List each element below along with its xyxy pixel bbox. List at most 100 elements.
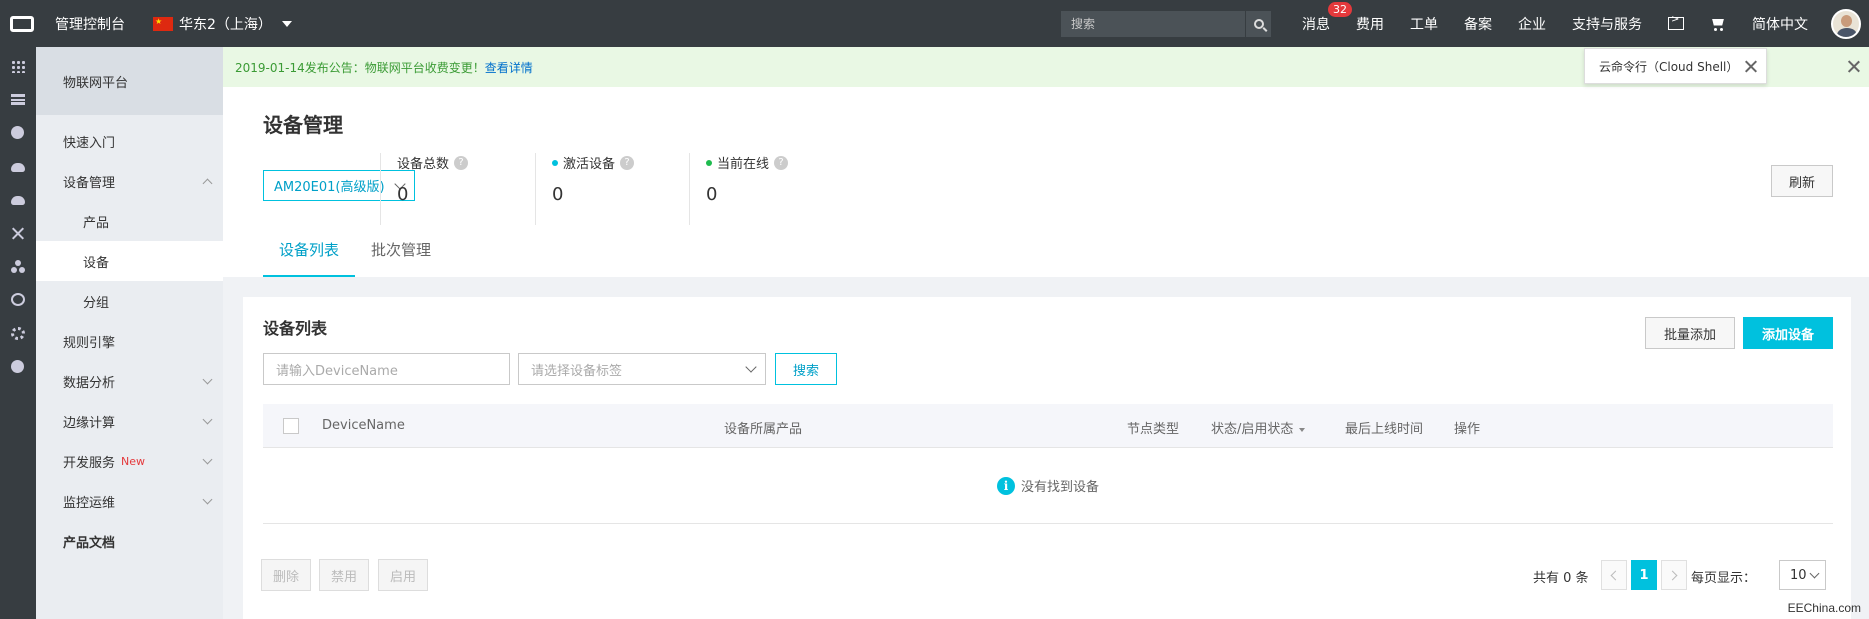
sidebar: 物联网平台 快速入门 设备管理 产品 设备 分组 规则引擎 数据分析 边缘计算 … xyxy=(36,47,223,619)
database-icon[interactable] xyxy=(11,94,25,105)
sort-caret-icon xyxy=(1299,427,1306,432)
table-header: DeviceName 设备所属产品 节点类型 状态/启用状态 最后上线时间 操作 xyxy=(263,404,1833,448)
sidebar-item-docs[interactable]: 产品文档 xyxy=(36,521,223,561)
sidebar-item-label: 监控运维 xyxy=(63,495,116,511)
cart-icon[interactable] xyxy=(1710,17,1726,31)
cloud-upload-icon[interactable] xyxy=(11,196,25,205)
aliyun-logo[interactable] xyxy=(0,0,43,47)
support-link[interactable]: 支持与服务 xyxy=(1572,14,1642,34)
icp-link[interactable]: 备案 xyxy=(1464,14,1492,34)
global-search-input[interactable] xyxy=(1061,10,1245,37)
user-avatar[interactable] xyxy=(1831,8,1861,39)
device-name-input[interactable]: 请输入DeviceName xyxy=(263,353,510,385)
column-last-online: 最后上线时间 xyxy=(1345,422,1424,437)
network-icon[interactable] xyxy=(11,227,25,240)
tab-bar: 设备列表 批次管理 xyxy=(263,237,447,277)
device-tag-select[interactable]: 请选择设备标签 xyxy=(518,353,766,385)
search-button[interactable]: 搜索 xyxy=(775,353,837,385)
messages-link[interactable]: 消息 32 xyxy=(1302,1,1352,34)
add-device-button[interactable]: 添加设备 xyxy=(1743,317,1833,349)
language-switch[interactable]: 简体中文 xyxy=(1752,14,1808,34)
chevron-down-icon xyxy=(202,414,213,425)
close-icon[interactable] xyxy=(1847,59,1861,73)
top-bar: 管理控制台 华东2（上海） 消息32 费用 工单 备案 企业 支持与服务 简体中… xyxy=(0,0,1869,47)
sidebar-item-label: 产品 xyxy=(83,215,110,231)
tickets-link[interactable]: 工单 xyxy=(1410,14,1438,34)
pager-current-page[interactable]: 1 xyxy=(1631,560,1657,590)
billing-link[interactable]: 费用 xyxy=(1356,14,1384,34)
sidebar-item-edge-computing[interactable]: 边缘计算 xyxy=(36,401,223,441)
sidebar-item-rule-engine[interactable]: 规则引擎 xyxy=(36,321,223,361)
per-page-select[interactable]: 10 xyxy=(1779,560,1826,590)
column-node-type: 节点类型 xyxy=(1127,422,1180,437)
sidebar-item-dev-service[interactable]: 开发服务 New xyxy=(36,441,223,481)
sidebar-item-label: 开发服务 xyxy=(63,455,116,471)
help-icon[interactable]: ? xyxy=(454,155,469,170)
pager-next[interactable] xyxy=(1661,560,1687,590)
sidebar-item-group[interactable]: 分组 xyxy=(36,281,223,321)
column-actions: 操作 xyxy=(1454,422,1481,437)
sidebar-item-label: 边缘计算 xyxy=(63,415,116,431)
online-dot-icon xyxy=(706,159,712,166)
chevron-down-icon xyxy=(202,374,213,385)
help-icon[interactable]: ? xyxy=(620,155,635,170)
global-search-button[interactable] xyxy=(1245,10,1271,37)
disable-button[interactable]: 禁用 xyxy=(319,559,369,591)
batch-add-button[interactable]: 批量添加 xyxy=(1645,317,1735,349)
announcement-details-link[interactable]: 查看详情 xyxy=(485,59,533,76)
delete-button[interactable]: 删除 xyxy=(261,559,311,591)
region-selector[interactable]: 华东2（上海） xyxy=(153,14,292,34)
sidebar-item-label: 产品文档 xyxy=(63,535,116,551)
stat-online-devices: 当前在线? 0 xyxy=(689,153,789,225)
stat-total-devices: 设备总数? 0 xyxy=(380,153,469,225)
cluster-icon[interactable] xyxy=(11,260,25,273)
enable-button[interactable]: 启用 xyxy=(378,559,428,591)
stat-label: 当前在线 xyxy=(717,157,770,172)
column-status-label: 状态/启用状态 xyxy=(1211,422,1294,437)
grid-icon[interactable] xyxy=(11,60,25,73)
chevron-right-icon xyxy=(1667,570,1678,580)
activated-dot-icon xyxy=(552,159,558,166)
cloud-shell-terminal-icon[interactable] xyxy=(1668,14,1684,30)
info-icon: i xyxy=(996,476,1015,495)
sidebar-item-data-analysis[interactable]: 数据分析 xyxy=(36,361,223,401)
console-title-link[interactable]: 管理控制台 xyxy=(55,14,125,34)
sidebar-item-label: 设备 xyxy=(83,255,110,271)
sidebar-item-label: 分组 xyxy=(83,295,110,311)
refresh-button[interactable]: 刷新 xyxy=(1771,165,1833,197)
chevron-down-icon xyxy=(745,361,757,373)
sidebar-item-label: 规则引擎 xyxy=(63,335,116,351)
brain-icon[interactable] xyxy=(11,126,24,139)
sidebar-item-device[interactable]: 设备 xyxy=(36,241,223,281)
sidebar-item-device-management[interactable]: 设备管理 xyxy=(36,161,223,201)
tooltip-text: 云命令行（Cloud Shell） xyxy=(1599,59,1739,74)
gear-icon[interactable] xyxy=(11,327,25,340)
sidebar-item-monitoring[interactable]: 监控运维 xyxy=(36,481,223,521)
help-icon[interactable]: ? xyxy=(774,155,789,170)
sidebar-item-product[interactable]: 产品 xyxy=(36,201,223,241)
announcement-text: 2019-01-14发布公告：物联网平台收费变更！ xyxy=(235,60,485,75)
close-icon[interactable] xyxy=(1744,59,1758,73)
tab-device-list[interactable]: 设备列表 xyxy=(263,237,356,277)
chevron-up-icon xyxy=(202,178,213,189)
empty-state: i 没有找到设备 xyxy=(263,448,1833,524)
product-select-value: AM20E01(高级版) xyxy=(274,180,385,195)
topbar-right: 消息32 费用 工单 备案 企业 支持与服务 简体中文 xyxy=(1061,0,1869,47)
sidebar-item-quickstart[interactable]: 快速入门 xyxy=(36,121,223,161)
enterprise-link[interactable]: 企业 xyxy=(1518,14,1546,34)
cloud-icon[interactable] xyxy=(11,163,25,172)
global-search xyxy=(1061,10,1271,37)
empty-text: 没有找到设备 xyxy=(1020,480,1099,495)
cloud-shell-tooltip: 云命令行（Cloud Shell） xyxy=(1584,48,1767,84)
column-status[interactable]: 状态/启用状态 xyxy=(1211,418,1306,437)
circle-icon[interactable] xyxy=(11,360,24,373)
region-label: 华东2（上海） xyxy=(179,16,272,33)
pager-prev[interactable] xyxy=(1601,560,1627,590)
select-all-checkbox[interactable] xyxy=(283,418,299,434)
column-product: 设备所属产品 xyxy=(724,422,803,437)
tab-batch-management[interactable]: 批次管理 xyxy=(355,237,447,277)
chevron-down-icon xyxy=(1809,568,1820,579)
stat-activated-devices: 激活设备? 0 xyxy=(535,153,635,225)
device-tag-placeholder: 请选择设备标签 xyxy=(531,363,623,379)
globe-icon[interactable] xyxy=(11,293,25,306)
